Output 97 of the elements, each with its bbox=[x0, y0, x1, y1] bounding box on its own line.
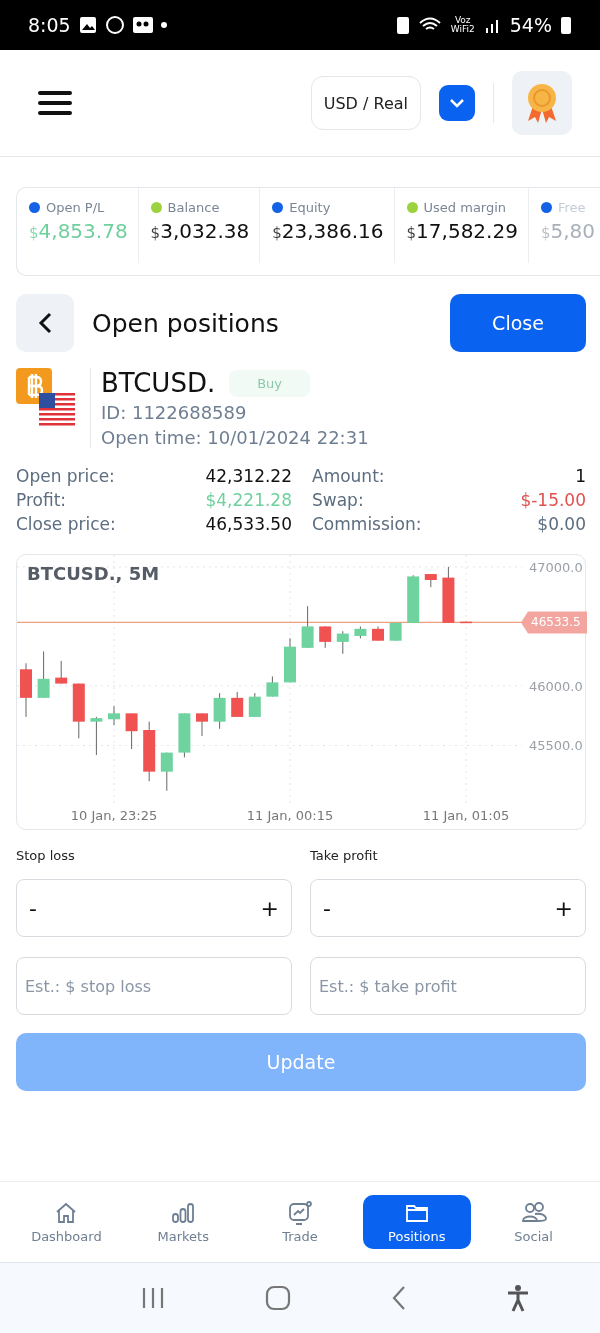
price-axis-label: 47000.0 bbox=[529, 559, 583, 575]
stat-value: $5,80 bbox=[540, 219, 595, 243]
side-label: Buy bbox=[229, 369, 311, 397]
detail-label: Open price: bbox=[16, 466, 116, 486]
battery-percentage: 54% bbox=[509, 14, 552, 36]
open-time: Open time: 10/01/2024 22:31 bbox=[101, 427, 369, 448]
battery-saver-icon bbox=[395, 15, 410, 35]
candlestick bbox=[407, 574, 420, 624]
bitcoin-icon bbox=[16, 368, 52, 404]
nav-tab[interactable]: Social bbox=[479, 1195, 588, 1249]
instrument-symbol: BTCUSD. bbox=[101, 368, 216, 398]
candlestick bbox=[178, 712, 191, 758]
candlestick bbox=[354, 625, 367, 639]
candlestick bbox=[90, 716, 103, 756]
stat-label: Free bbox=[557, 200, 586, 215]
notification-dot-icon bbox=[160, 22, 167, 28]
detail-label: Commission: bbox=[311, 514, 423, 534]
candlestick bbox=[460, 621, 472, 624]
back-button[interactable] bbox=[16, 294, 74, 352]
award-button[interactable] bbox=[512, 71, 572, 135]
menu-icon[interactable] bbox=[38, 90, 72, 116]
candlestick bbox=[336, 630, 349, 655]
bar-chart-icon bbox=[170, 1200, 197, 1226]
candlestick bbox=[196, 712, 208, 737]
price-axis-label: 46000.0 bbox=[529, 678, 583, 694]
stat-value: $23,386.16 bbox=[272, 219, 384, 243]
candlestick bbox=[319, 625, 332, 649]
chart-title: BTCUSD., 5M bbox=[27, 563, 160, 584]
candlestick bbox=[108, 705, 120, 726]
stat-label: Equity bbox=[289, 200, 331, 215]
detail-value: $0.00 bbox=[536, 514, 586, 534]
voicemail-icon bbox=[132, 17, 153, 33]
detail-value: 46,533.50 bbox=[204, 514, 292, 534]
price-tag bbox=[521, 611, 587, 634]
stat-label: Used margin bbox=[423, 200, 507, 215]
estimate-input-field[interactable]: Est.: $ stop loss bbox=[16, 957, 292, 1015]
current-price-label: 46533.5 bbox=[531, 615, 581, 630]
field-label: Stop loss bbox=[16, 848, 76, 863]
stat-label: Balance bbox=[167, 200, 220, 215]
detail-value: $4,221.28 bbox=[204, 490, 292, 510]
image-icon bbox=[78, 16, 97, 34]
close-button[interactable]: Close bbox=[450, 294, 586, 352]
detail-label: Swap: bbox=[311, 490, 365, 510]
candlestick bbox=[143, 721, 156, 782]
time-axis-label: 11 Jan, 01:05 bbox=[422, 808, 510, 823]
stat-value: $4,853.78 bbox=[29, 219, 128, 243]
nav-tab[interactable]: Markets bbox=[129, 1195, 238, 1249]
nav-tab[interactable]: Positions bbox=[362, 1195, 471, 1249]
detail-label: Profit: bbox=[16, 490, 68, 510]
detail-label: Close price: bbox=[16, 514, 117, 534]
accessibility-icon[interactable] bbox=[506, 1284, 531, 1312]
home-button-icon[interactable] bbox=[265, 1285, 292, 1311]
field-label: Take profit bbox=[310, 848, 379, 863]
candlestick bbox=[72, 683, 85, 739]
time-axis-label: 11 Jan, 00:15 bbox=[246, 808, 334, 823]
decrease-button[interactable]: - bbox=[317, 893, 337, 923]
candlestick bbox=[231, 691, 244, 718]
candlestick bbox=[284, 637, 296, 683]
battery-icon bbox=[560, 15, 572, 35]
candlestick bbox=[125, 712, 138, 750]
back-nav-icon[interactable] bbox=[390, 1285, 407, 1311]
chevron-left-icon bbox=[38, 312, 52, 334]
candlestick bbox=[301, 605, 314, 649]
detail-value: $-15.00 bbox=[519, 490, 586, 510]
increase-button[interactable]: + bbox=[548, 893, 579, 923]
account-dropdown-button[interactable] bbox=[439, 85, 475, 121]
network-label: Voz WiFi2 bbox=[449, 16, 476, 34]
nav-tab[interactable]: Trade bbox=[246, 1195, 354, 1249]
estimate-input-field[interactable]: Est.: $ take profit bbox=[310, 957, 586, 1015]
price-axis-label: 45500.0 bbox=[529, 738, 583, 754]
increase-button[interactable]: + bbox=[254, 893, 285, 923]
candlestick bbox=[266, 675, 279, 698]
candlestick bbox=[160, 752, 173, 792]
candlestick bbox=[424, 573, 437, 588]
candlestick bbox=[442, 566, 455, 624]
position-id: ID: 1122688589 bbox=[101, 402, 248, 423]
stat-value: $3,032.38 bbox=[150, 219, 250, 243]
detail-value: 42,312.22 bbox=[204, 466, 292, 486]
chevron-down-icon bbox=[449, 98, 465, 108]
candlestick bbox=[20, 662, 32, 718]
detail-value: 1 bbox=[574, 466, 586, 486]
status-time: 8:05 bbox=[28, 14, 71, 36]
page-title: Open positions bbox=[92, 308, 279, 338]
candlestick bbox=[213, 692, 226, 730]
stat-value: $17,582.29 bbox=[406, 219, 518, 243]
candlestick bbox=[248, 692, 261, 718]
time-axis-label: 10 Jan, 23:25 bbox=[70, 808, 158, 823]
candlestick bbox=[37, 650, 50, 699]
us-flag-icon bbox=[39, 393, 75, 427]
nav-tab[interactable]: Dashboard bbox=[12, 1195, 121, 1249]
detail-label: Amount: bbox=[311, 466, 386, 486]
stat-label: Open P/L bbox=[46, 200, 105, 215]
decrease-button[interactable]: - bbox=[23, 893, 43, 923]
chart-monitor-icon bbox=[287, 1200, 313, 1226]
candlestick bbox=[372, 625, 384, 642]
account-selector[interactable]: USD / Real bbox=[310, 76, 421, 130]
candlestick bbox=[55, 660, 68, 685]
